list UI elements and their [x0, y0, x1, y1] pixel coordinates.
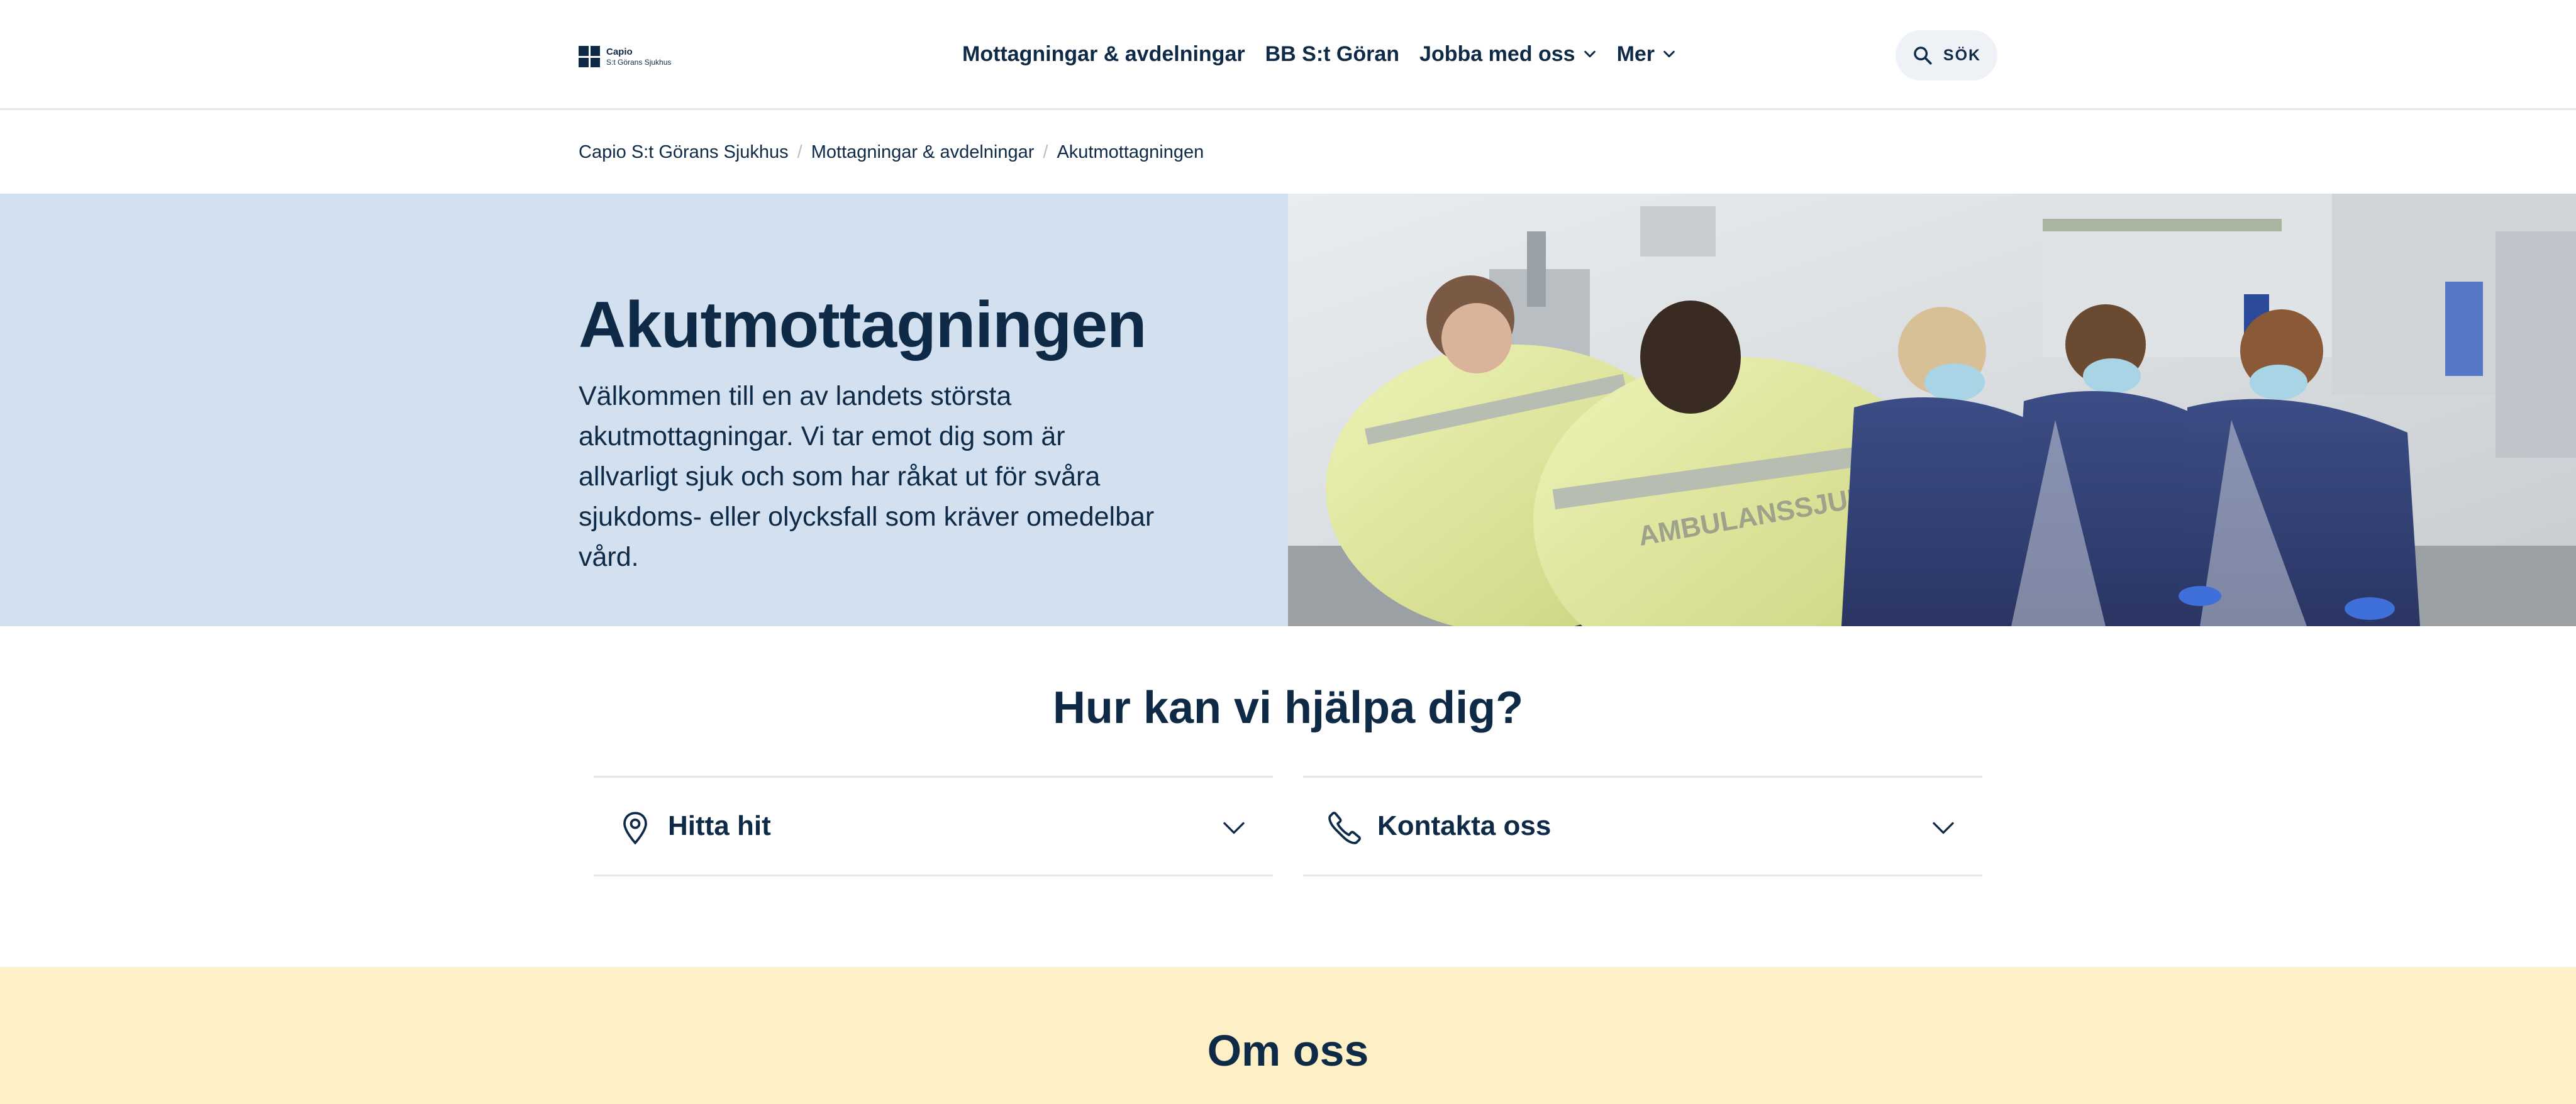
help-section-title: Hur kan vi hjälpa dig?: [1052, 683, 1524, 733]
nav-item-label: Jobba med oss: [1419, 41, 1575, 66]
about-section: Om oss: [0, 967, 2576, 1104]
hero-section: Akutmottagningen Välkommen till en av la…: [0, 194, 2576, 626]
accordion-kontakta-oss[interactable]: Kontakta oss: [1303, 776, 1982, 876]
breadcrumb: Capio S:t Görans Sjukhus / Mottagningar …: [579, 140, 1204, 165]
search-button[interactable]: SÖK: [1896, 30, 1997, 80]
hero-text-panel: Akutmottagningen Välkommen till en av la…: [0, 194, 1288, 626]
search-icon: [1914, 47, 1932, 65]
nav-item-jobba-med-oss[interactable]: Jobba med oss: [1419, 42, 1597, 67]
site-header: Capio S:t Görans Sjukhus Mottagningar & …: [0, 0, 2576, 110]
main-nav: Mottagningar & avdelningar BB S:t Göran …: [962, 38, 1676, 70]
accordion-label: Hitta hit: [668, 810, 771, 841]
phone-icon: [1328, 812, 1361, 844]
chevron-down-icon: [1223, 822, 1245, 834]
capio-logo[interactable]: Capio S:t Görans Sjukhus: [579, 44, 686, 69]
accordion-hitta-hit[interactable]: Hitta hit: [594, 776, 1273, 876]
breadcrumb-item-mottagningar[interactable]: Mottagningar & avdelningar: [811, 142, 1035, 163]
about-title: Om oss: [1207, 1026, 1369, 1075]
hero-image-ambulance-staff: AMBULANSSJUKVÅRD: [1288, 194, 2576, 626]
nav-item-label: Mottagningar & avdelningar: [962, 41, 1245, 66]
logo-mark-icon: [579, 46, 600, 67]
breadcrumb-separator: /: [1043, 141, 1048, 162]
nav-item-bb-st-goran[interactable]: BB S:t Göran: [1265, 42, 1399, 67]
logo-line-1: Capio: [606, 47, 633, 57]
breadcrumb-separator: /: [797, 141, 802, 162]
hero-intro-text: Välkommen till en av landets största aku…: [579, 381, 1155, 572]
nav-item-mer[interactable]: Mer: [1617, 42, 1676, 67]
breadcrumb-item-home[interactable]: Capio S:t Görans Sjukhus: [579, 142, 789, 163]
chevron-down-icon: [1663, 50, 1675, 58]
search-label: SÖK: [1943, 46, 1982, 64]
nav-item-mottagningar[interactable]: Mottagningar & avdelningar: [962, 42, 1245, 67]
accordion-label: Kontakta oss: [1377, 810, 1552, 841]
chevron-down-icon: [1584, 50, 1596, 58]
nav-item-label: BB S:t Göran: [1265, 41, 1400, 66]
hero-photo: AMBULANSSJUKVÅRD: [1288, 194, 2576, 626]
logo-text: Capio S:t Görans Sjukhus: [606, 47, 671, 66]
map-pin-icon: [623, 812, 647, 845]
chevron-down-icon: [1933, 822, 1954, 834]
logo-line-2: S:t Görans Sjukhus: [606, 58, 672, 67]
breadcrumb-item-current: Akutmottagningen: [1057, 141, 1204, 162]
nav-item-label: Mer: [1616, 41, 1655, 66]
page-title: Akutmottagningen: [579, 289, 1147, 362]
